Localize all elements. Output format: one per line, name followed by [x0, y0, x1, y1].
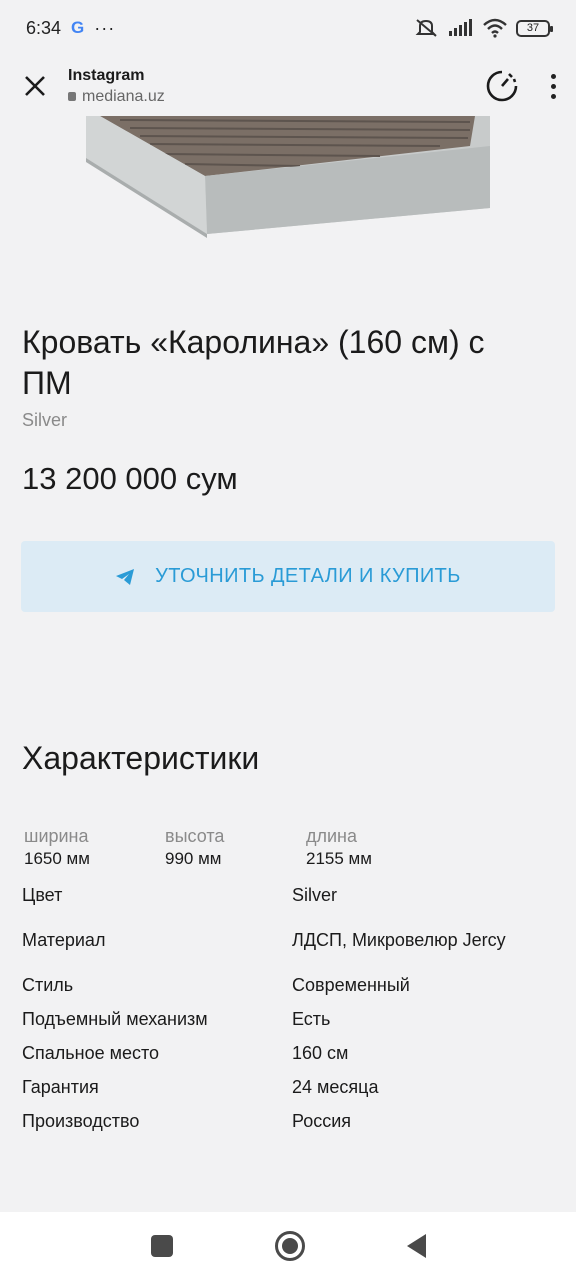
- dimension-value: 990 мм: [165, 849, 222, 868]
- nav-home-icon[interactable]: [274, 1231, 305, 1261]
- buy-button[interactable]: УТОЧНИТЬ ДЕТАЛИ И КУПИТЬ: [21, 541, 555, 612]
- dimension-width: ширина 1650 мм: [24, 826, 165, 869]
- system-nav-bar: [0, 1212, 576, 1280]
- url-host: mediana.uz: [68, 88, 165, 106]
- nav-back-icon[interactable]: [406, 1234, 426, 1258]
- dimensions: ширина 1650 мм высота 990 мм длина 2155 …: [24, 826, 504, 869]
- spec-row: Спальное место 160 см: [22, 1042, 542, 1064]
- nav-recents-icon[interactable]: [150, 1235, 173, 1257]
- spec-row: Материал ЛДСП, Микровелюр Jercy: [22, 918, 542, 962]
- product-title: Кровать «Каролина» (160 см) с ПМ: [22, 324, 485, 401]
- more-vert-icon[interactable]: [551, 73, 556, 99]
- bed-image: [86, 116, 490, 238]
- battery-level: 37: [526, 22, 540, 34]
- buy-button-label: УТОЧНИТЬ ДЕТАЛИ И КУПИТЬ: [155, 565, 461, 587]
- spec-key: Цвет: [22, 885, 63, 905]
- spec-row: Гарантия 24 месяца: [22, 1076, 542, 1098]
- spec-key: Производство: [22, 1111, 140, 1131]
- dimension-value: 2155 мм: [306, 849, 372, 868]
- battery-icon: 37: [516, 19, 553, 37]
- spec-key: Материал: [22, 930, 106, 950]
- spec-value: 24 месяца: [292, 1077, 379, 1097]
- dimension-label: высота: [165, 826, 225, 846]
- spec-value: Есть: [292, 1009, 331, 1029]
- speed-dial-icon[interactable]: [485, 69, 519, 103]
- spec-row: Цвет Silver: [22, 884, 542, 906]
- product-variant: Silver: [22, 410, 68, 430]
- spec-value: Россия: [292, 1111, 352, 1131]
- close-icon: [25, 76, 45, 96]
- dimension-label: длина: [306, 826, 358, 846]
- status-time: 6:34: [26, 17, 62, 38]
- telegram-icon: [116, 568, 135, 585]
- more-notifications-icon: ···: [94, 17, 116, 38]
- spec-value: Silver: [292, 885, 338, 905]
- dimension-label: ширина: [24, 826, 89, 846]
- product-image: [0, 116, 576, 266]
- spec-key: Гарантия: [22, 1077, 99, 1097]
- status-bar: 6:34 G ··· 37: [0, 0, 576, 56]
- specs-title: Характеристики: [22, 740, 260, 776]
- browser-toolbar: Instagram mediana.uz: [0, 56, 576, 116]
- spec-key: Подъемный механизм: [22, 1009, 208, 1029]
- product-price: 13 200 000 сум: [22, 461, 238, 496]
- mute-icon: [415, 19, 437, 37]
- page-source-title: Instagram: [68, 66, 145, 84]
- wifi-icon: [483, 18, 507, 38]
- spec-value: Современный: [292, 975, 410, 995]
- google-icon: G: [71, 18, 85, 37]
- signal-icon: [449, 19, 472, 36]
- dimension-value: 1650 мм: [24, 849, 90, 868]
- dimension-length: длина 2155 мм: [306, 826, 447, 869]
- spec-key: Стиль: [22, 975, 74, 995]
- spec-value: 160 см: [292, 1043, 349, 1063]
- spec-row: Подъемный механизм Есть: [22, 1008, 542, 1030]
- specs-table: Цвет Silver Материал ЛДСП, Микровелюр Je…: [22, 884, 542, 1132]
- close-button[interactable]: [20, 71, 50, 101]
- lock-icon: [68, 92, 76, 101]
- spec-value: ЛДСП, Микровелюр Jercy: [292, 930, 506, 950]
- dimension-height: высота 990 мм: [165, 826, 306, 869]
- url-host-text: mediana.uz: [82, 87, 165, 105]
- spec-key: Спальное место: [22, 1043, 160, 1063]
- spec-row: Стиль Современный: [22, 974, 542, 996]
- url-box[interactable]: Instagram mediana.uz: [68, 67, 165, 106]
- spec-row: Производство Россия: [22, 1110, 542, 1132]
